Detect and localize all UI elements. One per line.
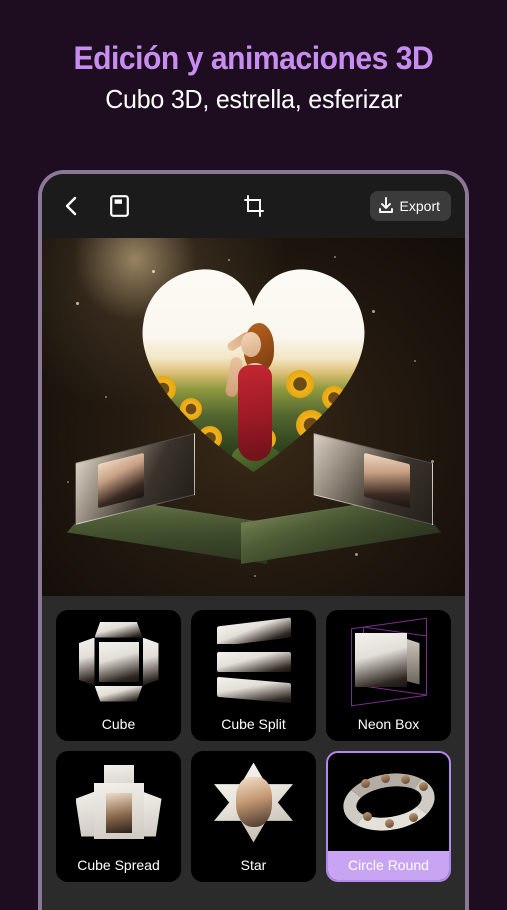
back-button[interactable] bbox=[56, 191, 86, 221]
crop-icon bbox=[243, 195, 264, 217]
neon-box-icon bbox=[328, 612, 449, 711]
effect-card-circle-round[interactable]: Circle Round bbox=[326, 751, 451, 882]
phone-mockup: Export Cube Cube Split Neon Box Cube Spr… bbox=[38, 170, 469, 910]
effects-grid: Cube Cube Split Neon Box Cube Spread Sta… bbox=[56, 610, 451, 882]
effect-card-cube-spread[interactable]: Cube Spread bbox=[56, 751, 181, 882]
model-figure bbox=[224, 323, 284, 473]
promo-title: Edición y animaciones 3D bbox=[73, 40, 434, 76]
crop-button[interactable] bbox=[239, 191, 269, 221]
app-screen: Export Cube Cube Split Neon Box Cube Spr… bbox=[42, 174, 465, 910]
effect-card-cube-split[interactable]: Cube Split bbox=[191, 610, 316, 741]
export-label: Export bbox=[399, 198, 440, 214]
effect-card-neon-box[interactable]: Neon Box bbox=[326, 610, 451, 741]
preview-canvas[interactable] bbox=[42, 238, 465, 596]
promo-subtitle: Cubo 3D, estrella, esferizar bbox=[104, 84, 403, 114]
effect-label: Neon Box bbox=[357, 716, 420, 732]
effect-label: Star bbox=[240, 857, 267, 873]
chevron-left-icon bbox=[65, 196, 77, 216]
cube-spread-icon bbox=[58, 753, 179, 852]
effect-label: Circle Round bbox=[328, 851, 449, 880]
export-button[interactable]: Export bbox=[369, 191, 451, 221]
effect-label: Cube bbox=[101, 716, 136, 732]
effect-label: Cube Split bbox=[221, 716, 286, 732]
effect-card-star[interactable]: Star bbox=[191, 751, 316, 882]
app-toolbar: Export bbox=[42, 174, 465, 238]
circle-round-icon bbox=[328, 753, 449, 851]
effect-label: Cube Spread bbox=[77, 857, 160, 873]
book-icon bbox=[109, 195, 129, 217]
cube-split-icon bbox=[193, 612, 314, 711]
promo-header: Edición y animaciones 3D Cubo 3D, estrel… bbox=[0, 0, 507, 160]
effect-card-cube[interactable]: Cube bbox=[56, 610, 181, 741]
cube-unfold-icon bbox=[58, 612, 179, 711]
star-icon bbox=[193, 753, 314, 852]
download-icon bbox=[378, 197, 393, 213]
projects-button[interactable] bbox=[104, 191, 134, 221]
effects-panel: Cube Cube Split Neon Box Cube Spread Sta… bbox=[42, 596, 465, 910]
popup-card-artwork bbox=[63, 252, 445, 582]
